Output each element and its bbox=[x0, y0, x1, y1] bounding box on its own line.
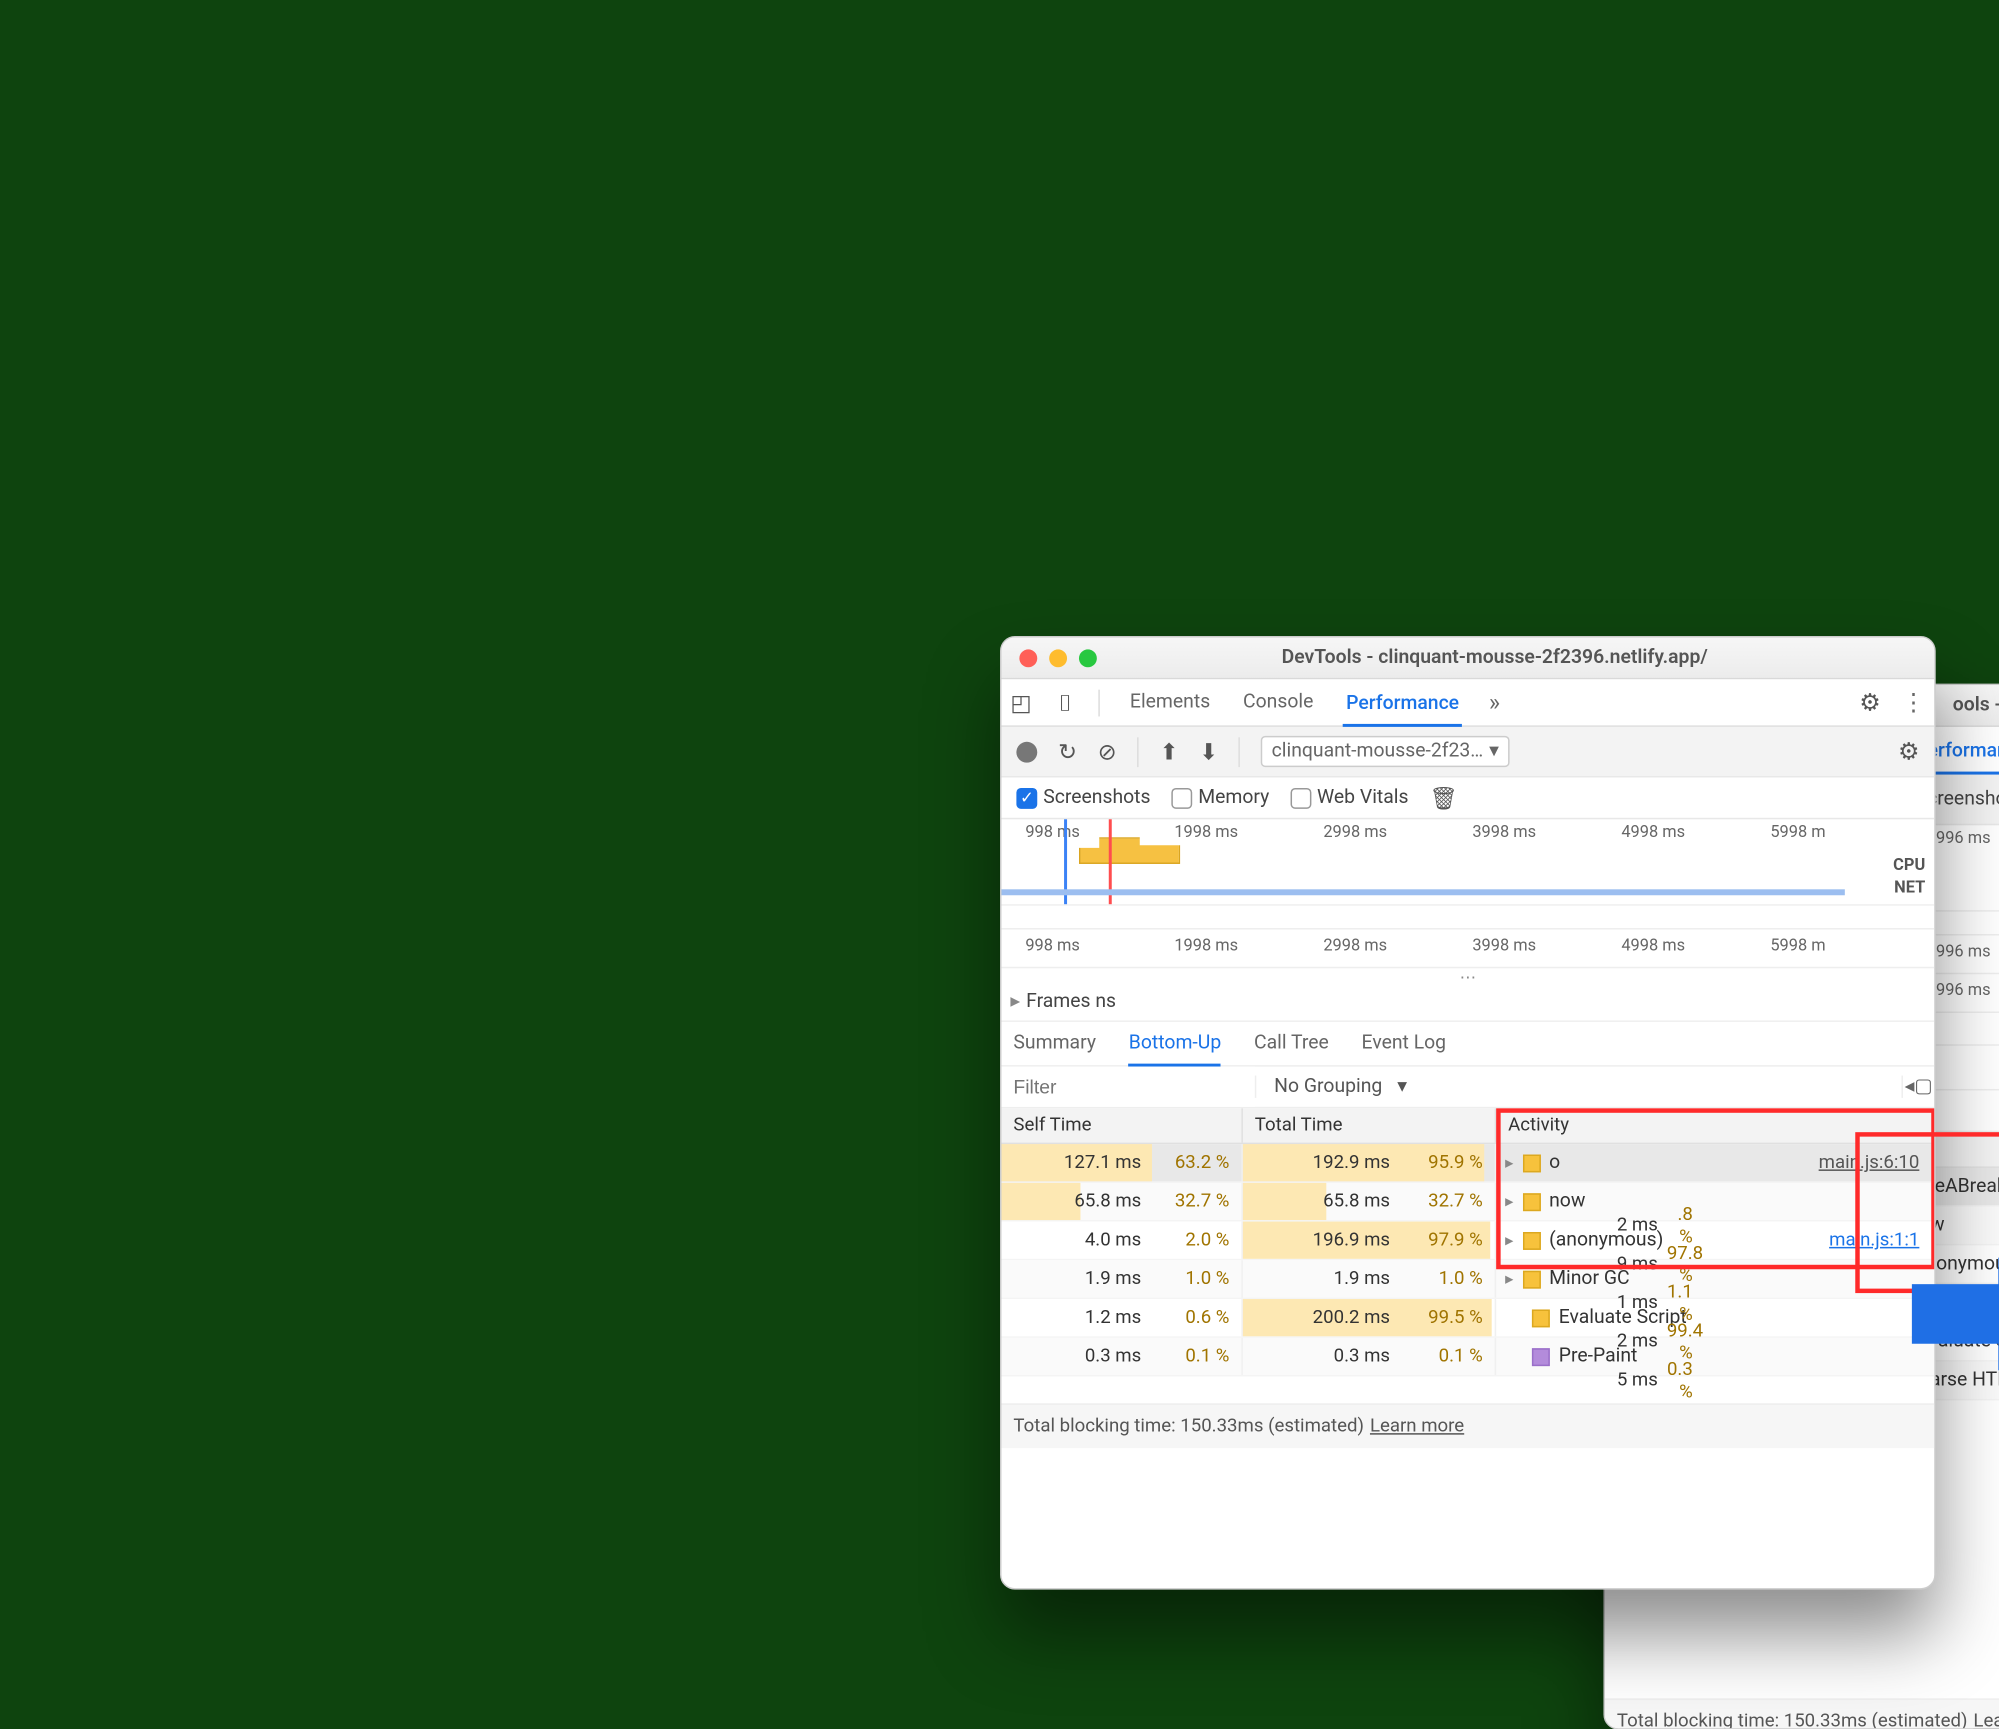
record-button[interactable] bbox=[1016, 741, 1037, 762]
tab-eventlog[interactable]: Event Log bbox=[1361, 1032, 1446, 1054]
reload-icon[interactable]: ↻ bbox=[1058, 738, 1077, 765]
chevron-right-icon[interactable] bbox=[1505, 1229, 1513, 1251]
trash-icon[interactable]: 🗑 bbox=[1429, 784, 1457, 811]
tab-console[interactable]: Console bbox=[1240, 691, 1316, 713]
perf-toolbar-left: ↻ ⊘ ⬆ ⬇ clinquant-mousse-2f23…▾ bbox=[1001, 726, 1934, 777]
detail-tabs-left: Summary Bottom-Up Call Tree Event Log bbox=[1001, 1021, 1934, 1066]
learn-more-link[interactable]: Learn more bbox=[1973, 1710, 1999, 1729]
tab-summary[interactable]: Summary bbox=[1013, 1032, 1096, 1054]
col-selftime[interactable]: Self Time bbox=[1001, 1108, 1242, 1142]
gear-icon[interactable] bbox=[1859, 688, 1880, 716]
table-row[interactable]: 4.0 ms2.0 % 196.9 ms97.9 % (anonymous)ma… bbox=[1001, 1221, 1934, 1260]
titlebar-left[interactable]: DevTools - clinquant-mousse-2f2396.netli… bbox=[1001, 637, 1934, 679]
maximize-button[interactable] bbox=[1078, 648, 1096, 666]
gear-icon[interactable] bbox=[1897, 737, 1918, 765]
table-row[interactable]: 1.2 ms0.6 % 200.2 ms99.5 % Evaluate Scri… bbox=[1001, 1299, 1934, 1338]
timeline-overview-left[interactable]: 998 ms1998 ms2998 ms3998 ms4998 ms5998 m… bbox=[1001, 819, 1934, 905]
table-row[interactable]: 1.9 ms1.0 % 1.9 ms1.0 % Minor GC bbox=[1001, 1260, 1934, 1299]
script-icon bbox=[1522, 1153, 1540, 1171]
footer-left: Total blocking time: 150.33ms (estimated… bbox=[1001, 1403, 1934, 1448]
col-totaltime[interactable]: Total Time bbox=[1242, 1108, 1495, 1142]
tab-calltree[interactable]: Call Tree bbox=[1253, 1032, 1328, 1054]
close-button[interactable] bbox=[1019, 648, 1037, 666]
tab-elements[interactable]: Elements bbox=[1126, 691, 1212, 713]
table-body-left: 127.1 ms63.2 % 192.9 ms95.9 % omain.js:6… bbox=[1001, 1144, 1934, 1376]
tabbar-left: ◰ ⌷ Elements Console Performance bbox=[1001, 679, 1934, 727]
tab-performance[interactable]: Performance bbox=[1343, 691, 1462, 725]
table-row[interactable]: 127.1 ms63.2 % 192.9 ms95.9 % omain.js:6… bbox=[1001, 1144, 1934, 1183]
kebab-icon[interactable] bbox=[1901, 688, 1925, 716]
chevron-right-icon[interactable] bbox=[1505, 1151, 1513, 1173]
device-toggle-icon[interactable]: ⌷ bbox=[1058, 688, 1071, 715]
tabs-overflow-icon[interactable] bbox=[1488, 688, 1499, 716]
load-profile-icon[interactable]: ⬆ bbox=[1159, 738, 1178, 765]
options-bar: Screenshots Memory Web Vitals 🗑 bbox=[1001, 777, 1934, 819]
annotation-arrow bbox=[1911, 1284, 1999, 1344]
minimize-button[interactable] bbox=[1049, 648, 1067, 666]
paint-icon bbox=[1531, 1347, 1549, 1365]
footer-right: Total blocking time: 150.33ms (estimated… bbox=[1604, 1698, 1999, 1729]
save-profile-icon[interactable]: ⬇ bbox=[1199, 738, 1218, 765]
table-row[interactable]: 0.3 ms0.1 % 0.3 ms0.1 % Pre-Paint bbox=[1001, 1337, 1934, 1376]
script-icon bbox=[1531, 1308, 1549, 1326]
table-header-left: Self Time Total Time Activity bbox=[1001, 1108, 1934, 1144]
webvitals-checkbox[interactable]: Web Vitals bbox=[1290, 786, 1408, 808]
url-select-left[interactable]: clinquant-mousse-2f23…▾ bbox=[1261, 735, 1509, 766]
table-row[interactable]: 65.8 ms32.7 % 65.8 ms32.7 % now bbox=[1001, 1182, 1934, 1221]
clear-icon[interactable]: ⊘ bbox=[1097, 738, 1116, 765]
script-icon bbox=[1522, 1269, 1540, 1287]
frames-section[interactable]: Frames ns bbox=[1001, 983, 1934, 1022]
source-link[interactable]: main.js:1:1 bbox=[1829, 1229, 1919, 1251]
grouping-label: No Grouping bbox=[1274, 1075, 1382, 1097]
script-icon bbox=[1522, 1192, 1540, 1210]
memory-checkbox[interactable]: Memory bbox=[1171, 786, 1269, 808]
col-activity[interactable]: Activity bbox=[1496, 1108, 1934, 1142]
filter-input[interactable] bbox=[1001, 1066, 1254, 1106]
chevron-right-icon[interactable] bbox=[1505, 1190, 1513, 1212]
grouping-dropdown-icon[interactable]: ▾ bbox=[1397, 1075, 1407, 1097]
devtools-window-left: DevTools - clinquant-mousse-2f2396.netli… bbox=[1000, 636, 1936, 1590]
script-icon bbox=[1522, 1231, 1540, 1249]
tab-bottomup[interactable]: Bottom-Up bbox=[1128, 1032, 1220, 1066]
inspect-icon[interactable]: ◰ bbox=[1010, 688, 1031, 715]
ruler-left[interactable]: 998 ms1998 ms2998 ms3998 ms4998 ms5998 m bbox=[1001, 929, 1934, 968]
filterbar-left: No Grouping ▾ ◂▢ bbox=[1001, 1066, 1934, 1108]
heaviest-stack-icon[interactable]: ◂▢ bbox=[1901, 1075, 1934, 1097]
source-link[interactable]: main.js:6:10 bbox=[1818, 1151, 1919, 1173]
title-text-left: DevTools - clinquant-mousse-2f2396.netli… bbox=[1114, 646, 1934, 668]
learn-more-link[interactable]: Learn more bbox=[1369, 1415, 1463, 1437]
screenshots-checkbox[interactable]: Screenshots bbox=[1016, 786, 1150, 808]
